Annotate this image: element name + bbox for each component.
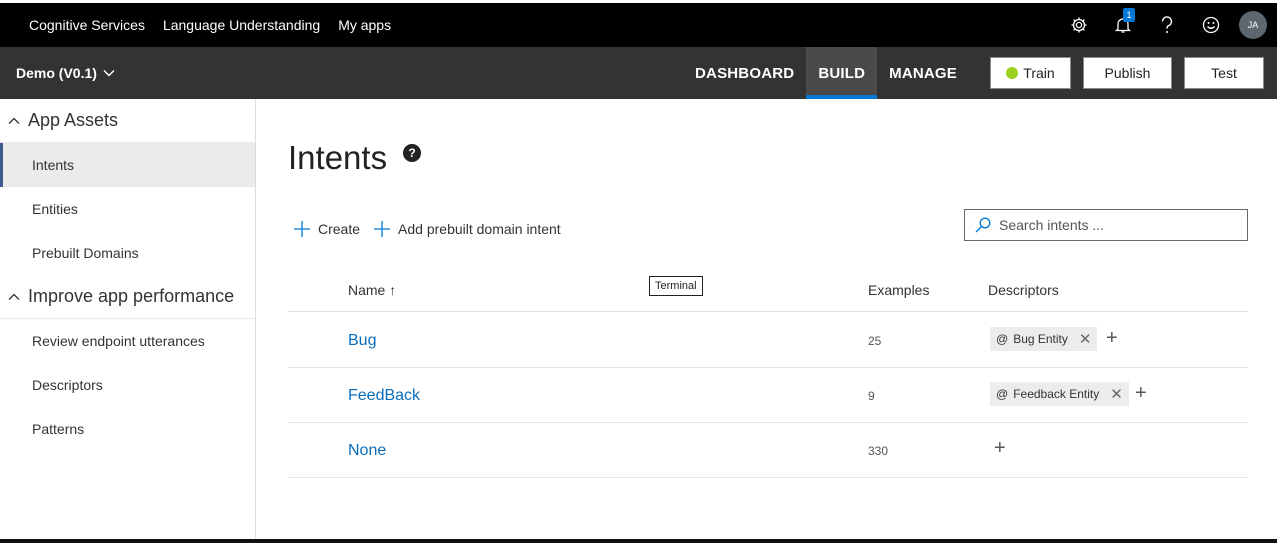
descriptor-label: Bug Entity bbox=[1013, 332, 1068, 346]
train-button[interactable]: Train bbox=[990, 57, 1071, 89]
search-icon bbox=[975, 217, 991, 233]
remove-descriptor-icon[interactable]: ✕ bbox=[1110, 385, 1123, 403]
chevron-down-icon bbox=[103, 70, 115, 77]
intent-actions-toolbar: Create Add prebuilt domain intent bbox=[294, 221, 561, 237]
plus-icon bbox=[294, 221, 310, 237]
notifications-bell-icon[interactable]: 1 bbox=[1101, 3, 1145, 47]
examples-count: 330 bbox=[868, 444, 889, 458]
add-prebuilt-label: Add prebuilt domain intent bbox=[398, 221, 561, 237]
tab-dashboard[interactable]: DASHBOARD bbox=[683, 47, 806, 99]
search-intents-box bbox=[964, 209, 1248, 241]
left-sidebar: App Assets Intents Entities Prebuilt Dom… bbox=[0, 99, 256, 539]
intent-name-link[interactable]: Bug bbox=[348, 332, 376, 350]
sidebar-item-intents[interactable]: Intents bbox=[0, 143, 255, 187]
bottom-border bbox=[0, 539, 1277, 543]
sidebar-group-label: Improve app performance bbox=[28, 286, 235, 306]
train-button-label: Train bbox=[1023, 65, 1055, 81]
sidebar-item-patterns[interactable]: Patterns bbox=[0, 407, 255, 451]
language-understanding-link[interactable]: Language Understanding bbox=[163, 17, 320, 33]
add-descriptor-plus-icon[interactable]: + bbox=[1135, 382, 1147, 405]
feedback-smiley-icon[interactable] bbox=[1189, 3, 1233, 47]
add-descriptor-plus-icon[interactable]: + bbox=[1106, 327, 1118, 350]
descriptor-chip: @ Bug Entity ✕ bbox=[990, 327, 1098, 351]
sidebar-group-label: App Assets bbox=[28, 110, 119, 130]
app-name: Demo (V0.1) bbox=[16, 65, 97, 81]
user-avatar[interactable]: JA bbox=[1239, 11, 1267, 39]
add-descriptor-plus-icon[interactable]: + bbox=[994, 437, 1006, 460]
intents-table-header: Name ↑ Examples Descriptors bbox=[288, 272, 1248, 312]
intent-name-link[interactable]: None bbox=[348, 442, 386, 460]
top-icons: 1 JA bbox=[1057, 3, 1277, 47]
tab-build[interactable]: BUILD bbox=[806, 47, 878, 99]
tab-manage[interactable]: MANAGE bbox=[877, 47, 969, 99]
at-sign-icon: @ bbox=[996, 387, 1009, 401]
chevron-up-icon bbox=[8, 293, 20, 300]
help-icon[interactable] bbox=[1145, 3, 1189, 47]
help-question-icon[interactable]: ? bbox=[403, 144, 421, 162]
page-title: Intents bbox=[288, 139, 388, 176]
train-status-dot-icon bbox=[1006, 67, 1019, 79]
descriptor-label: Feedback Entity bbox=[1013, 387, 1100, 401]
app-tabs: DASHBOARD BUILD MANAGE bbox=[683, 47, 969, 99]
create-label: Create bbox=[318, 221, 361, 237]
create-intent-button[interactable]: Create bbox=[294, 221, 360, 237]
notification-count-badge: 1 bbox=[1123, 8, 1135, 22]
table-row: Bug 25 @ Bug Entity ✕ + bbox=[288, 313, 1248, 368]
descriptor-chip: @ Feedback Entity ✕ bbox=[990, 382, 1129, 406]
search-intents-input[interactable] bbox=[999, 217, 1239, 233]
sidebar-item-entities[interactable]: Entities bbox=[0, 187, 255, 231]
at-sign-icon: @ bbox=[996, 332, 1009, 346]
my-apps-link[interactable]: My apps bbox=[338, 17, 391, 33]
publish-button[interactable]: Publish bbox=[1083, 57, 1172, 89]
plus-icon bbox=[374, 221, 391, 237]
sidebar-item-prebuilt-domains[interactable]: Prebuilt Domains bbox=[0, 231, 255, 275]
table-row: FeedBack 9 @ Feedback Entity ✕ + bbox=[288, 368, 1248, 423]
add-prebuilt-domain-intent-button[interactable]: Add prebuilt domain intent bbox=[374, 221, 561, 237]
sidebar-group-app-assets[interactable]: App Assets bbox=[0, 99, 255, 143]
intent-name-link[interactable]: FeedBack bbox=[348, 387, 420, 405]
app-selector-dropdown[interactable]: Demo (V0.1) bbox=[16, 65, 115, 81]
table-row: None 330 + bbox=[288, 423, 1248, 478]
sidebar-item-descriptors[interactable]: Descriptors bbox=[0, 363, 255, 407]
chevron-up-icon bbox=[8, 117, 20, 124]
name-column-header[interactable]: Name ↑ bbox=[348, 282, 396, 298]
descriptors-column-header: Descriptors bbox=[988, 282, 1059, 298]
settings-gear-icon[interactable] bbox=[1057, 3, 1101, 47]
terminal-tooltip: Terminal bbox=[649, 276, 703, 296]
top-nav-links: Cognitive Services Language Understandin… bbox=[0, 17, 391, 33]
sidebar-group-improve-performance[interactable]: Improve app performance bbox=[0, 275, 255, 319]
remove-descriptor-icon[interactable]: ✕ bbox=[1079, 330, 1092, 348]
cognitive-services-link[interactable]: Cognitive Services bbox=[29, 17, 145, 33]
top-navigation-bar: Cognitive Services Language Understandin… bbox=[0, 3, 1277, 47]
examples-count: 9 bbox=[868, 389, 875, 403]
test-button[interactable]: Test bbox=[1184, 57, 1264, 89]
sidebar-item-review-endpoint-utterances[interactable]: Review endpoint utterances bbox=[0, 319, 255, 363]
app-header-bar: Demo (V0.1) DASHBOARD BUILD MANAGE Train… bbox=[0, 47, 1277, 99]
examples-column-header: Examples bbox=[868, 282, 930, 298]
examples-count: 25 bbox=[868, 334, 882, 348]
